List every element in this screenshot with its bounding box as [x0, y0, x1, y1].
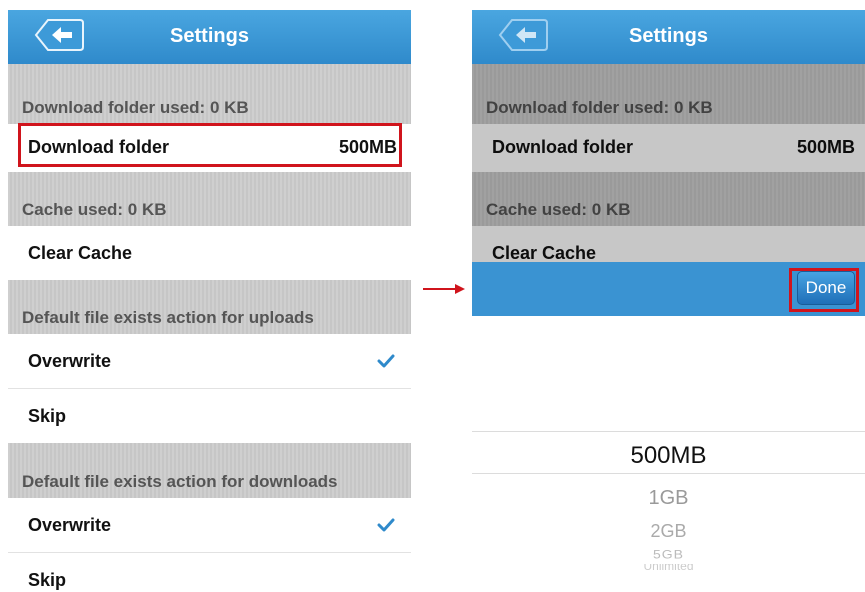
navigation-bar: Settings [8, 10, 411, 64]
navigation-bar: Settings [472, 10, 865, 64]
picker-toolbar: Done [472, 262, 865, 316]
section-header-cache-usage: Cache used: 0 KB [8, 172, 411, 226]
picker-option[interactable]: Unlimited [472, 564, 865, 570]
row-label: Skip [28, 406, 67, 426]
uploads-skip-row[interactable]: Skip [8, 389, 411, 444]
picker-selection-bottom-line [472, 473, 865, 474]
row-label: Overwrite [28, 351, 112, 371]
section-label: Download folder used: 0 KB [22, 98, 249, 117]
row-label: Clear Cache [28, 243, 133, 263]
checkmark-icon [377, 518, 395, 532]
picker-option[interactable]: 5GB [472, 547, 865, 561]
section-header-downloads: Default file exists action for downloads [8, 443, 411, 498]
picker-option[interactable]: 2GB [472, 521, 865, 542]
section-label: Default file exists action for downloads [22, 472, 338, 491]
page-title: Settings [170, 25, 249, 47]
clear-cache-row[interactable]: Clear Cache [8, 226, 411, 281]
section-label: Cache used: 0 KB [22, 200, 167, 219]
highlight-box [18, 123, 402, 167]
picker-option[interactable]: 1GB [472, 487, 865, 510]
row-label: Overwrite [28, 515, 112, 535]
downloads-overwrite-row[interactable]: Overwrite [8, 498, 411, 553]
right-arrow-icon [423, 284, 465, 294]
checkmark-icon [377, 354, 395, 368]
uploads-overwrite-row[interactable]: Overwrite [8, 334, 411, 389]
section-header-uploads: Default file exists action for uploads [8, 280, 411, 334]
section-header-download-usage: Download folder used: 0 KB [8, 64, 411, 124]
page-title: Settings [629, 25, 708, 47]
settings-screen-left: Settings Download folder used: 0 KB Down… [8, 10, 411, 592]
settings-screen-right: Settings Download folder used: 0 KB Down… [472, 10, 865, 592]
row-label: Skip [28, 570, 67, 590]
picker-selection-top-line [472, 431, 865, 432]
section-label: Default file exists action for uploads [22, 308, 314, 327]
size-picker[interactable]: 500MB 1GB 2GB 5GB Unlimited [472, 316, 865, 592]
highlight-box [789, 268, 859, 312]
picker-option-selected[interactable]: 500MB [472, 442, 865, 470]
dim-overlay [472, 64, 865, 262]
downloads-skip-row[interactable]: Skip [8, 553, 411, 592]
